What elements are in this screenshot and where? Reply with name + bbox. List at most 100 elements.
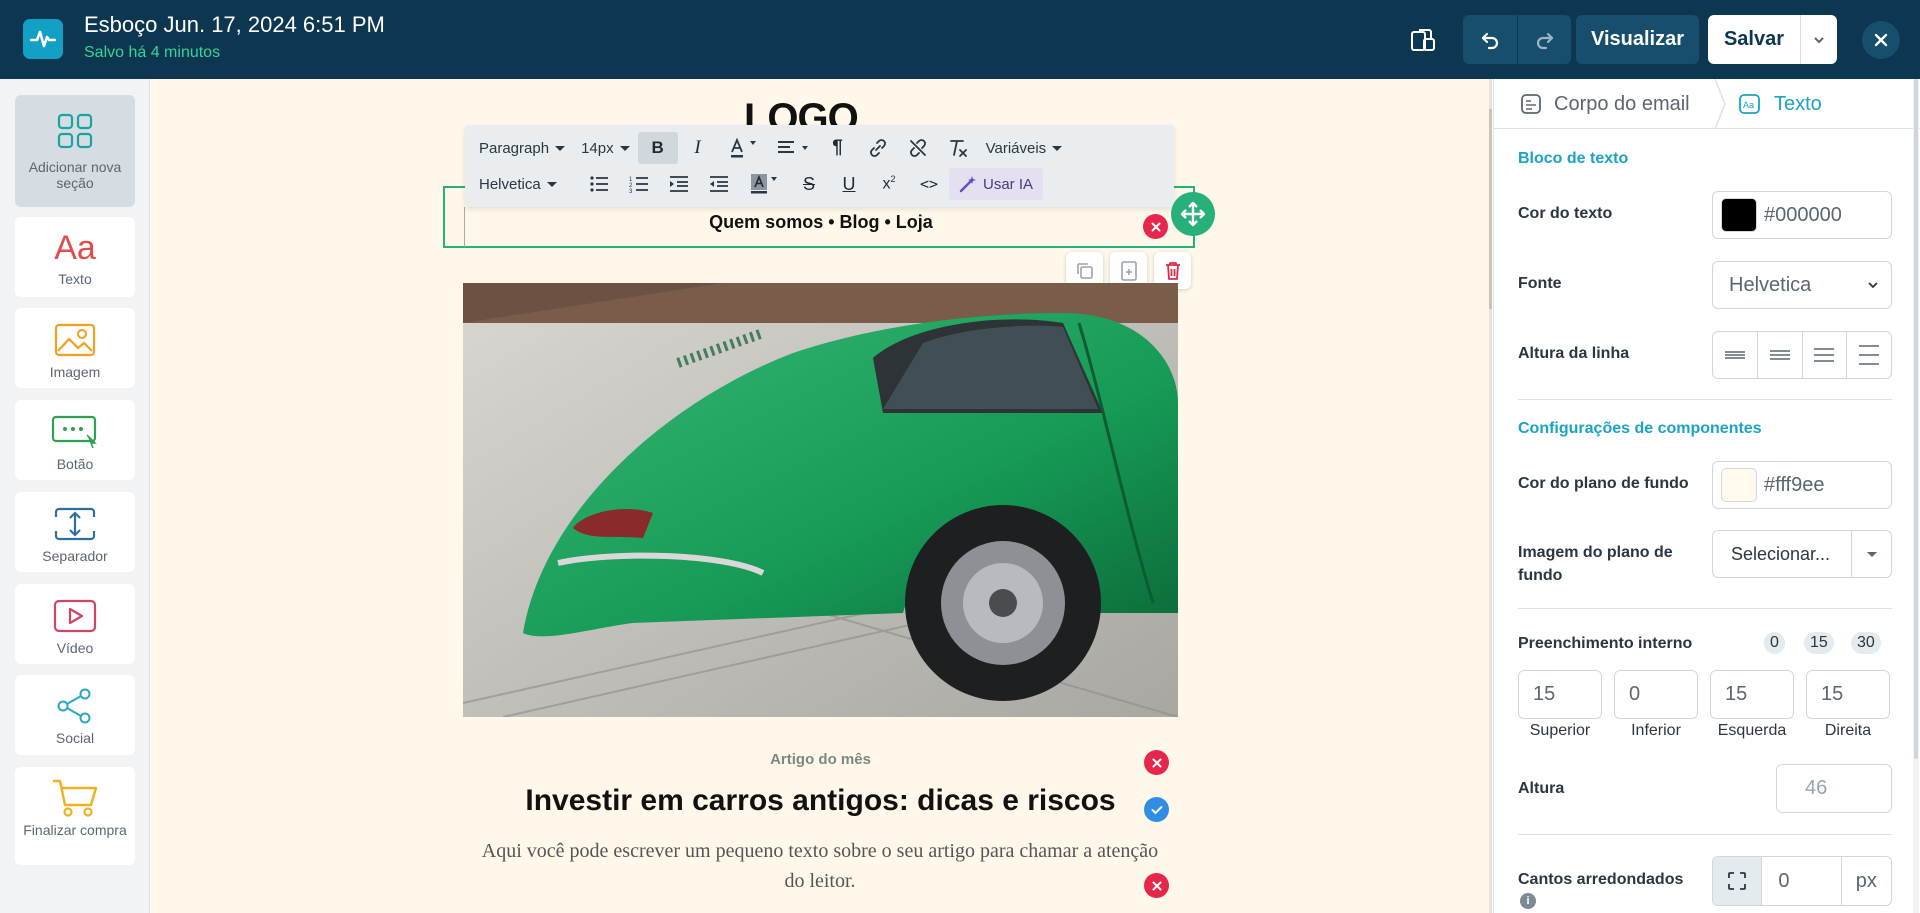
caret-down-icon <box>546 181 557 187</box>
padding-preset-30[interactable]: 30 <box>1851 632 1881 654</box>
tab-email-body-label: Corpo do email <box>1554 92 1690 115</box>
remove-text-block-button[interactable] <box>1143 214 1168 239</box>
line-height-compact-button[interactable] <box>1713 332 1757 378</box>
tool-label: Adicionar nova seção <box>28 159 122 191</box>
move-block-handle[interactable] <box>1171 192 1215 236</box>
line-height-loose-button[interactable] <box>1846 332 1891 378</box>
article-body[interactable]: Aqui você pode escrever um pequeno texto… <box>480 836 1160 896</box>
text-tool[interactable]: Aa Texto <box>15 217 135 297</box>
padding-left-label: Esquerda <box>1717 722 1787 739</box>
padding-right-label: Direita <box>1824 722 1872 739</box>
underline-icon: U <box>842 173 856 194</box>
bg-color-label: Cor do plano de fundo <box>1518 475 1689 492</box>
padding-bottom-input[interactable]: 0 <box>1614 670 1698 719</box>
bullet-list-button[interactable] <box>579 168 619 200</box>
line-height-normal-button[interactable] <box>1756 332 1802 378</box>
padding-top-input[interactable]: 15 <box>1518 670 1602 719</box>
code-button[interactable]: <> <box>909 168 949 200</box>
indent-button[interactable] <box>659 168 699 200</box>
padding-preset-0[interactable]: 0 <box>1764 632 1785 654</box>
divider <box>1518 608 1892 609</box>
video-tool[interactable]: Vídeo <box>15 584 135 664</box>
preview-button[interactable]: Visualizar <box>1576 15 1699 64</box>
panel-scrollbar[interactable] <box>1913 79 1919 913</box>
outdent-button[interactable] <box>699 168 739 200</box>
height-input[interactable]: 46 <box>1776 764 1892 813</box>
numbered-list-button[interactable]: 123 <box>619 168 659 200</box>
italic-button[interactable]: I <box>678 132 718 164</box>
unlink-button[interactable] <box>898 132 938 164</box>
padding-right-input[interactable]: 15 <box>1806 670 1890 719</box>
paragraph-button[interactable]: ¶ <box>818 132 858 164</box>
nav-links-text[interactable]: Quem somos • Blog • Loja <box>445 212 1197 233</box>
info-icon[interactable]: i <box>1520 893 1536 909</box>
canvas-scrollbar[interactable] <box>1489 79 1492 913</box>
line-height-label: Altura da linha <box>1518 345 1630 362</box>
rounded-corners-control: 0 px <box>1712 856 1892 906</box>
font-select[interactable]: Helvetica <box>1712 261 1892 309</box>
use-ai-button[interactable]: Usar IA <box>949 168 1044 200</box>
close-button[interactable] <box>1862 21 1900 59</box>
bullet-list-icon <box>590 176 608 192</box>
text-color-input[interactable]: #000000 <box>1712 191 1892 239</box>
underline-button[interactable]: U <box>829 168 869 200</box>
bg-color-swatch[interactable] <box>1721 468 1757 502</box>
separator-tool[interactable]: Separador <box>15 492 135 572</box>
padding-top-label: Superior <box>1529 722 1591 739</box>
image-tool[interactable]: Imagem <box>15 308 135 388</box>
corners-mode-button[interactable] <box>1713 857 1763 905</box>
clear-format-button[interactable] <box>938 132 978 164</box>
article-kicker[interactable]: Artigo do mês <box>463 751 1178 768</box>
variables-select[interactable]: Variáveis <box>978 132 1071 164</box>
format-select[interactable]: Paragraph <box>471 132 573 164</box>
trash-icon <box>1165 261 1180 280</box>
redo-button[interactable] <box>1517 15 1571 64</box>
bg-image-select[interactable]: Selecionar... <box>1712 530 1892 578</box>
bg-image-select-value[interactable]: Selecionar... <box>1713 531 1851 577</box>
numbered-list-icon: 123 <box>629 177 648 193</box>
link-icon <box>869 139 886 157</box>
add-section-tool[interactable]: Adicionar nova seção <box>15 95 135 207</box>
bg-image-dropdown-button[interactable] <box>1851 531 1891 577</box>
text-color-icon <box>730 137 756 158</box>
undo-button[interactable] <box>1463 15 1517 64</box>
text-color-swatch[interactable] <box>1721 198 1757 232</box>
save-button[interactable]: Salvar <box>1708 15 1800 64</box>
button-tool[interactable]: Botão <box>15 400 135 480</box>
confirm-title-button[interactable] <box>1144 797 1169 822</box>
tool-label: Botão <box>56 456 94 472</box>
save-status: Salvo há 4 minutos <box>84 44 221 61</box>
font-family-select[interactable]: Helvetica <box>471 168 579 200</box>
tab-email-body[interactable]: Corpo do email <box>1520 79 1690 129</box>
app-logo-icon[interactable] <box>23 19 63 59</box>
remove-kicker-button[interactable] <box>1144 750 1169 775</box>
save-options-button[interactable] <box>1800 15 1837 64</box>
video-icon <box>53 599 97 633</box>
tab-text[interactable]: Aa Texto <box>1738 79 1822 129</box>
document-title[interactable]: Esboço Jun. 17, 2024 6:51 PM <box>84 12 385 38</box>
social-tool[interactable]: Social <box>15 675 135 755</box>
padding-left-input[interactable]: 15 <box>1710 670 1794 719</box>
link-button[interactable] <box>858 132 898 164</box>
text-settings-icon: Aa <box>1739 94 1760 114</box>
text-color-button[interactable] <box>718 132 768 164</box>
article-image[interactable] <box>463 283 1178 717</box>
height-label: Altura <box>1518 780 1565 797</box>
remove-body-button[interactable] <box>1144 873 1169 898</box>
history-controls <box>1463 15 1571 64</box>
bold-button[interactable]: B <box>637 132 678 164</box>
article-title[interactable]: Investir em carros antigos: dicas e risc… <box>463 784 1178 818</box>
corner-radius-input[interactable]: 0 <box>1762 857 1842 905</box>
line-height-relaxed-button[interactable] <box>1801 332 1847 378</box>
strikethrough-button[interactable]: S <box>789 168 829 200</box>
font-size-select[interactable]: 14px <box>573 132 638 164</box>
highlight-color-button[interactable] <box>739 168 789 200</box>
superscript-button[interactable]: x2 <box>869 168 909 200</box>
font-size-value: 14px <box>581 139 614 157</box>
checkout-tool[interactable]: Finalizar compra <box>15 767 135 865</box>
templates-icon[interactable] <box>1406 23 1440 57</box>
bg-color-input[interactable]: #fff9ee <box>1712 461 1892 509</box>
padding-preset-15[interactable]: 15 <box>1804 632 1834 654</box>
align-button[interactable] <box>768 132 818 164</box>
svg-text:3: 3 <box>629 189 633 193</box>
